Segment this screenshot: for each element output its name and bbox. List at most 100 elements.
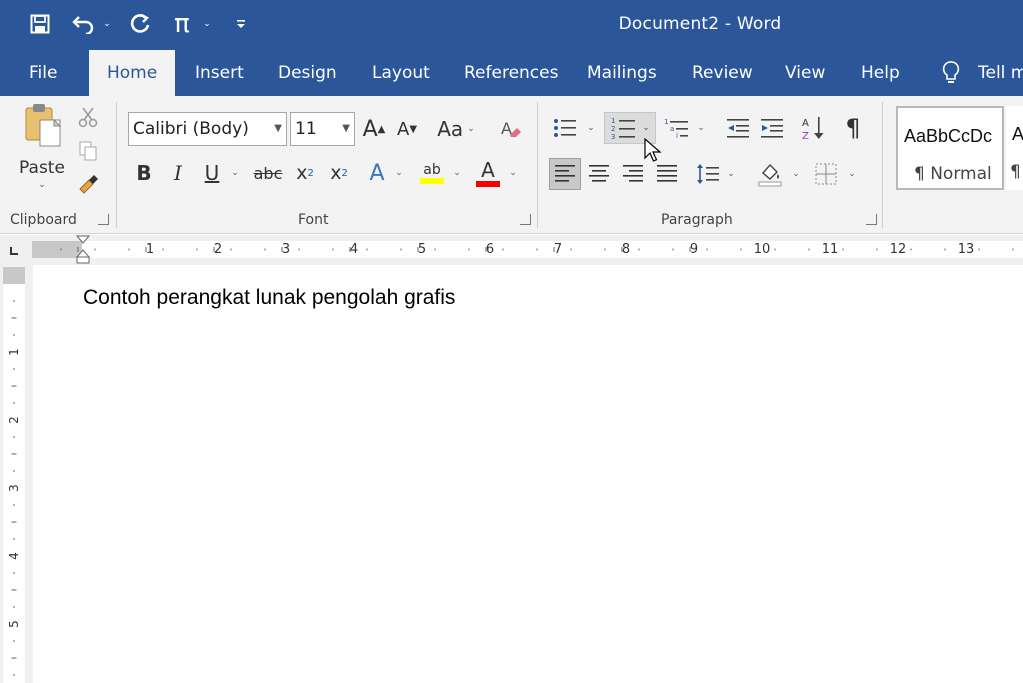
ribbon-tab-bar: File Home Insert Design Layout Reference… <box>0 50 1023 96</box>
font-color-bar <box>476 181 500 187</box>
paragraph-group-label: Paragraph <box>661 212 733 228</box>
borders-dropdown-chevron-icon[interactable]: ⌄ <box>845 158 859 190</box>
tab-selector-icon[interactable] <box>4 241 24 261</box>
paste-dropdown-chevron-icon: ⌄ <box>38 180 46 190</box>
superscript-button[interactable]: x2 <box>325 158 353 188</box>
svg-text:3: 3 <box>611 133 615 140</box>
bullets-dropdown-chevron-icon[interactable]: ⌄ <box>584 112 598 144</box>
italic-label: I <box>174 161 182 185</box>
window-title: Document2 - Word <box>618 14 782 34</box>
ruler-number: 4 <box>7 552 21 560</box>
document-text[interactable]: Contoh perangkat lunak pengolah grafis <box>83 286 455 310</box>
ruler-number: 3 <box>281 242 291 257</box>
vertical-ruler[interactable]: 1 2 3 4 5 <box>3 267 25 683</box>
tab-design[interactable]: Design <box>278 50 337 96</box>
svg-text:1: 1 <box>664 118 668 126</box>
strikethrough-button[interactable]: abc <box>252 158 284 188</box>
cut-icon[interactable] <box>76 104 100 130</box>
ruler-number: 8 <box>621 242 631 257</box>
multilevel-list-icon[interactable]: 1ai <box>662 112 692 144</box>
underline-dropdown-chevron-icon[interactable]: ⌄ <box>228 158 242 188</box>
font-dialog-launcher-icon[interactable] <box>520 214 531 225</box>
paste-button[interactable]: Paste ⌄ <box>17 102 67 202</box>
horizontal-ruler-ticks <box>60 247 1014 252</box>
style-normal-name: ¶ Normal <box>914 164 992 184</box>
underline-button[interactable]: U <box>200 158 224 188</box>
tab-insert[interactable]: Insert <box>195 50 244 96</box>
bold-button[interactable]: B <box>132 158 156 188</box>
font-color-button[interactable]: A <box>474 156 502 190</box>
underline-label: U <box>204 161 220 185</box>
bold-label: B <box>136 161 152 185</box>
grow-font-icon[interactable]: A ▲ <box>361 114 387 144</box>
style-next[interactable]: A ¶ <box>1006 106 1023 190</box>
highlight-dropdown-chevron-icon[interactable]: ⌄ <box>450 158 464 188</box>
paragraph-dialog-launcher-icon[interactable] <box>866 214 877 225</box>
shrink-font-icon[interactable]: A ▼ <box>394 114 420 144</box>
bullets-icon[interactable] <box>550 112 580 144</box>
superscript-mark: 2 <box>341 167 348 179</box>
tab-help[interactable]: Help <box>861 50 900 96</box>
horizontal-ruler[interactable]: 1 2 3 4 5 6 7 8 9 10 11 12 13 <box>32 235 1023 264</box>
change-case-button[interactable]: Aa ⌄ <box>434 114 478 144</box>
italic-button[interactable]: I <box>166 158 190 188</box>
font-color-dropdown-chevron-icon[interactable]: ⌄ <box>506 158 520 188</box>
ruler-number: 5 <box>417 242 427 257</box>
ruler-number: 3 <box>7 484 21 492</box>
paste-label: Paste <box>19 158 65 178</box>
tab-file[interactable]: File <box>29 50 57 96</box>
svg-text:Z: Z <box>802 131 809 141</box>
indent-markers-icon[interactable] <box>76 235 90 265</box>
align-left-button[interactable] <box>549 158 581 190</box>
line-spacing-dropdown-chevron-icon[interactable]: ⌄ <box>724 158 738 190</box>
document-page[interactable] <box>33 265 1023 683</box>
subscript-button[interactable]: x2 <box>291 158 319 188</box>
tab-mailings[interactable]: Mailings <box>587 50 657 96</box>
style-next-name: ¶ <box>1010 162 1021 182</box>
ruler-number: 1 <box>145 242 155 257</box>
ruler-number: 6 <box>485 242 495 257</box>
subscript-label: x <box>296 162 308 184</box>
group-divider <box>882 102 883 228</box>
text-effects-button[interactable]: A <box>364 158 390 188</box>
font-name-dropdown-icon: ▼ <box>274 123 282 134</box>
increase-indent-icon[interactable] <box>758 112 786 144</box>
clipboard-dialog-launcher-icon[interactable] <box>98 214 109 225</box>
tell-me-search[interactable]: Tell m <box>978 50 1023 96</box>
borders-icon[interactable] <box>812 158 840 190</box>
shading-icon[interactable] <box>756 158 784 190</box>
tab-view[interactable]: View <box>785 50 825 96</box>
clipboard-group-label: Clipboard <box>10 212 77 228</box>
title-bar: ⌄ π ⌄ Document2 - Word <box>0 0 1023 50</box>
highlight-button[interactable]: ab <box>418 156 446 190</box>
ruler-number: 2 <box>213 242 223 257</box>
tab-references[interactable]: References <box>464 50 558 96</box>
line-spacing-icon[interactable] <box>694 158 722 190</box>
text-effects-dropdown-chevron-icon[interactable]: ⌄ <box>392 158 406 188</box>
ruler-number: 4 <box>349 242 359 257</box>
style-normal[interactable]: AaBbCcDc ¶ Normal <box>896 106 1004 190</box>
tab-layout[interactable]: Layout <box>372 50 430 96</box>
font-size-combo[interactable]: 11 ▼ <box>290 112 355 146</box>
clear-formatting-icon[interactable]: A <box>496 114 524 144</box>
shading-dropdown-chevron-icon[interactable]: ⌄ <box>789 158 803 190</box>
format-painter-icon[interactable] <box>76 172 100 198</box>
superscript-label: x <box>330 162 342 184</box>
tab-review[interactable]: Review <box>692 50 753 96</box>
font-size-value: 11 <box>295 119 317 139</box>
decrease-indent-icon[interactable] <box>724 112 752 144</box>
show-marks-button[interactable]: ¶ <box>840 112 866 144</box>
svg-text:2: 2 <box>611 125 615 133</box>
ribbon: Paste ⌄ Clipboard Calibri (Body) ▼ 11 ▼ … <box>0 96 1023 234</box>
align-center-button[interactable] <box>584 158 614 190</box>
numbering-dropdown-chevron-icon[interactable]: ⌄ <box>642 123 650 133</box>
style-normal-preview: AaBbCcDc <box>904 126 993 146</box>
font-name-combo[interactable]: Calibri (Body) ▼ <box>128 112 287 146</box>
copy-icon[interactable] <box>76 138 100 164</box>
sort-icon[interactable]: AZ <box>800 112 828 144</box>
multilevel-dropdown-chevron-icon[interactable]: ⌄ <box>694 112 708 144</box>
lightbulb-icon[interactable] <box>940 58 962 88</box>
style-next-preview: A <box>1012 124 1023 144</box>
strikethrough-label: abc <box>253 163 283 183</box>
tab-home[interactable]: Home <box>89 50 175 96</box>
